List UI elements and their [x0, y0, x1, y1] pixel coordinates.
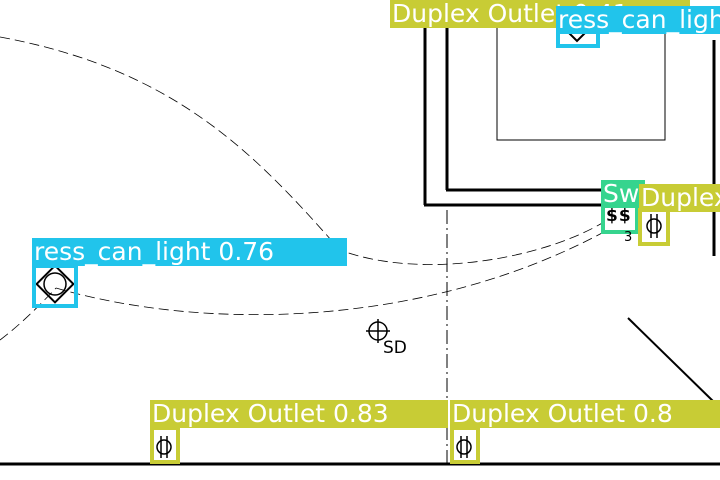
detection-label-duplex-outlet: Duplex Outlet 0.83	[150, 400, 448, 428]
detection-label-recess-can-light: ress_can_light 0.76	[32, 238, 347, 266]
switch-subscript: 3	[624, 230, 633, 245]
smoke-detector-label: SD	[383, 338, 407, 358]
floorplan-canvas: $$ 3 SD Duplex Outlet 0.41 ress_can_ligh…	[0, 0, 720, 480]
switch-leg-arc-upper	[0, 36, 605, 265]
detection-box-duplex-outlet	[638, 206, 670, 246]
detection-label-duplex-outlet: Duplex Outlet 0.8	[450, 400, 720, 428]
door-swing-line	[627, 317, 717, 405]
detection-box-duplex-outlet	[450, 426, 480, 464]
detection-label-recess-can-light: ress_can_light	[556, 6, 720, 34]
detection-box-recess-can-light	[32, 264, 78, 308]
switch-icon: $$	[606, 206, 632, 226]
detection-label-duplex-outlet: Duplex	[639, 184, 720, 212]
detection-box-duplex-outlet	[150, 426, 180, 464]
